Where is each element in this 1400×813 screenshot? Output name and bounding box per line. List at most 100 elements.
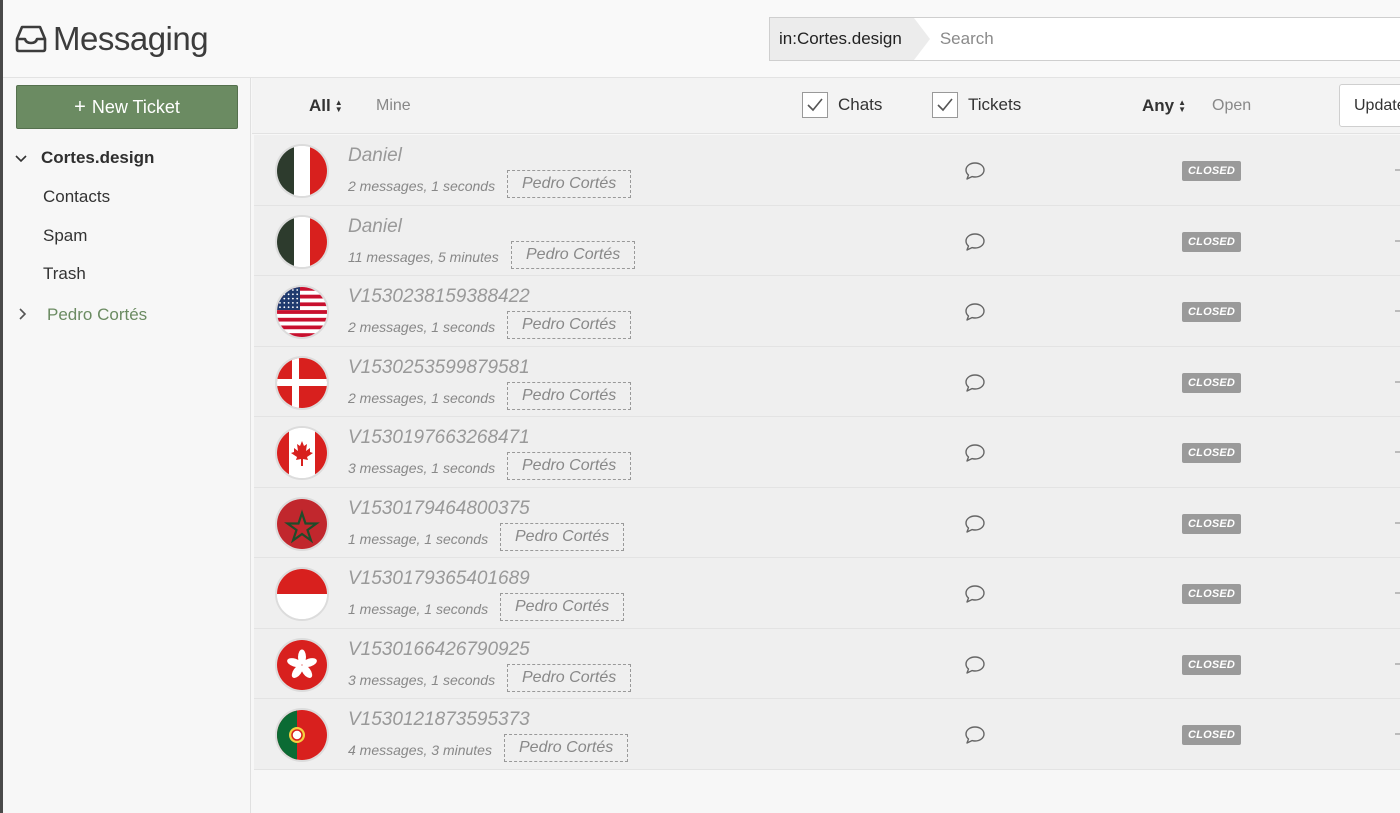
status-badge: CLOSED — [1182, 372, 1242, 393]
flag-denmark-icon — [275, 355, 329, 410]
flag-portugal-icon — [275, 708, 329, 762]
row-overflow-indicator — [1395, 733, 1400, 735]
flag-canada-icon — [275, 426, 329, 480]
ticket-row[interactable]: V1530166426790925 3 messages, 1 seconds Pe… — [254, 628, 1400, 699]
status-badge: CLOSED — [1182, 584, 1242, 604]
chat-bubble-icon[interactable] — [964, 655, 986, 680]
status-badge: CLOSED — [1182, 654, 1242, 675]
flag-indonesia-icon — [275, 567, 329, 621]
ticket-name[interactable]: V1530179464800375 — [348, 498, 530, 520]
chat-bubble-icon[interactable] — [964, 725, 986, 750]
row-overflow-indicator — [1395, 592, 1400, 594]
ticket-agent-tag[interactable]: Pedro Cortés — [507, 452, 632, 480]
filter-all-label: All — [309, 96, 331, 115]
header: Messaging in:Cortes.design — [3, 0, 1400, 78]
chat-bubble-icon[interactable] — [964, 584, 986, 609]
search-input[interactable] — [939, 29, 1340, 49]
sidebar: + New Ticket Cortes.design Contacts Spam… — [3, 78, 251, 813]
chat-bubble-icon[interactable] — [964, 232, 986, 257]
ticket-meta: 1 message, 1 seconds — [348, 601, 489, 617]
chat-bubble-icon[interactable] — [964, 302, 986, 327]
ticket-meta: 2 messages, 1 seconds — [348, 319, 496, 335]
filter-any-label: Any — [1142, 96, 1175, 115]
row-overflow-indicator — [1395, 451, 1400, 453]
sort-arrows-icon: ▲ ▼ — [334, 98, 343, 114]
chevron-down-icon[interactable] — [15, 148, 29, 168]
search-bar: in:Cortes.design — [769, 17, 1400, 61]
ticket-name[interactable]: V1530253599879581 — [348, 357, 530, 379]
ticket-name[interactable]: V1530238159388422 — [348, 286, 530, 308]
flag-italy-icon — [275, 214, 329, 269]
tickets-checkbox[interactable] — [932, 92, 958, 118]
status-badge: CLOSED — [1182, 161, 1242, 181]
status-badge: CLOSED — [1182, 513, 1242, 534]
ticket-name[interactable]: V1530166426790925 — [348, 639, 530, 661]
ticket-row[interactable]: V1530121873595373 4 messages, 3 minutes Pe… — [254, 699, 1400, 770]
sidebar-item-spam[interactable]: Spam — [43, 226, 87, 246]
ticket-name[interactable]: V1530179365401689 — [348, 568, 530, 590]
flag-morocco-icon — [275, 496, 329, 551]
ticket-name[interactable]: V1530121873595373 — [348, 709, 530, 731]
filter-any-dropdown[interactable]: Any ▲ ▼ — [1142, 96, 1186, 116]
sidebar-item-contacts[interactable]: Contacts — [43, 187, 110, 207]
chat-bubble-icon[interactable] — [964, 373, 986, 398]
row-overflow-indicator — [1395, 521, 1400, 524]
ticket-agent-tag[interactable]: Pedro Cortés — [500, 593, 625, 621]
ticket-list: Daniel 2 messages, 1 seconds Pedro Cortés C… — [254, 135, 1400, 770]
filter-all-dropdown[interactable]: All ▲ ▼ — [309, 96, 343, 116]
ticket-row[interactable]: Daniel 11 messages, 5 minutes Pedro Cortés… — [254, 205, 1400, 276]
ticket-row[interactable]: V1530179365401689 1 message, 1 seconds Ped… — [254, 558, 1400, 629]
tickets-label: Tickets — [968, 95, 1022, 114]
messaging-app: Messaging in:Cortes.design + New Ticket … — [0, 0, 1400, 813]
ticket-row[interactable]: V1530253599879581 2 messages, 1 seconds Pe… — [254, 346, 1400, 417]
row-overflow-indicator — [1395, 169, 1400, 171]
sidebar-agent-label: Pedro Cortés — [47, 305, 148, 324]
sidebar-item-agent[interactable]: Pedro Cortés — [19, 305, 147, 325]
ticket-name[interactable]: Daniel — [348, 145, 402, 167]
ticket-meta: 2 messages, 1 seconds — [348, 389, 496, 406]
filter-tickets[interactable]: Tickets — [932, 92, 1021, 118]
ticket-name[interactable]: V1530197663268471 — [348, 427, 530, 449]
plus-icon: + — [74, 95, 86, 118]
ticket-meta: 2 messages, 1 seconds — [348, 178, 496, 194]
status-badge: CLOSED — [1182, 725, 1242, 745]
ticket-row[interactable]: Daniel 2 messages, 1 seconds Pedro Cortés C… — [254, 135, 1400, 206]
ticket-row[interactable]: V1530179464800375 1 message, 1 seconds Ped… — [254, 487, 1400, 558]
ticket-agent-tag[interactable]: Pedro Cortés — [504, 734, 629, 762]
chats-label: Chats — [838, 95, 883, 114]
filter-open[interactable]: Open — [1212, 97, 1251, 115]
flag-italy-icon — [275, 144, 329, 198]
status-badge: CLOSED — [1182, 302, 1242, 322]
ticket-agent-tag[interactable]: Pedro Cortés — [500, 522, 625, 551]
filter-bar: All ▲ ▼ Mine Chats Tickets Any ▲ ▼ Open Up… — [252, 78, 1400, 134]
chevron-right-icon[interactable] — [19, 305, 33, 325]
filter-chats[interactable]: Chats — [802, 92, 882, 118]
ticket-agent-tag[interactable]: Pedro Cortés — [511, 240, 636, 269]
new-ticket-button[interactable]: + New Ticket — [16, 85, 238, 129]
row-overflow-indicator — [1395, 239, 1400, 242]
ticket-meta: 4 messages, 3 minutes — [348, 742, 492, 758]
row-overflow-indicator — [1395, 662, 1400, 665]
chats-checkbox[interactable] — [802, 92, 828, 118]
filter-mine[interactable]: Mine — [376, 97, 411, 115]
ticket-agent-tag[interactable]: Pedro Cortés — [507, 663, 632, 692]
status-badge: CLOSED — [1182, 231, 1242, 252]
ticket-row[interactable]: V1530238159388422 2 messages, 1 seconds Pe… — [254, 276, 1400, 347]
chat-bubble-icon[interactable] — [964, 161, 986, 186]
inbox-icon — [15, 24, 47, 54]
ticket-agent-tag[interactable]: Pedro Cortés — [507, 170, 632, 198]
ticket-name[interactable]: Daniel — [348, 216, 402, 238]
search-scope-chip[interactable]: in:Cortes.design — [770, 18, 930, 60]
chat-bubble-icon[interactable] — [964, 514, 986, 539]
ticket-agent-tag[interactable]: Pedro Cortés — [507, 311, 632, 339]
ticket-meta: 3 messages, 1 seconds — [348, 460, 496, 476]
chat-bubble-icon[interactable] — [964, 443, 986, 468]
ticket-meta: 3 messages, 1 seconds — [348, 671, 496, 688]
new-ticket-label: New Ticket — [91, 96, 180, 117]
update-button[interactable]: Update — [1339, 84, 1400, 127]
ticket-row[interactable]: V1530197663268471 3 messages, 1 seconds Pe… — [254, 417, 1400, 488]
sidebar-item-trash[interactable]: Trash — [43, 264, 86, 284]
sidebar-root-cortes-design[interactable]: Cortes.design — [15, 148, 154, 168]
app-logo[interactable]: Messaging — [15, 20, 209, 58]
ticket-agent-tag[interactable]: Pedro Cortés — [507, 381, 632, 410]
